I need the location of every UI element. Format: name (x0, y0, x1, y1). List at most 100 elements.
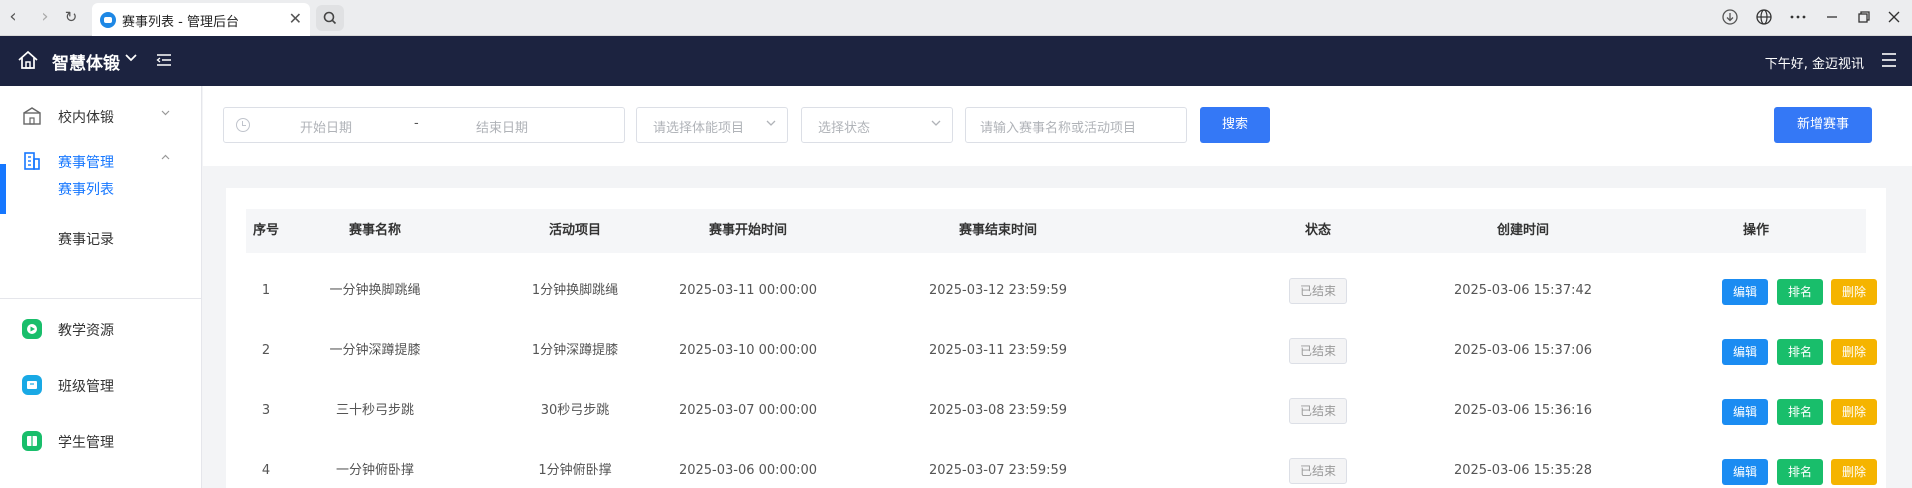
vertical-menu-icon[interactable] (1880, 50, 1898, 70)
created-time: 2025-03-06 15:35:28 (1453, 463, 1593, 478)
start-time: 2025-03-07 00:00:00 (678, 403, 818, 418)
menu-toggle-icon[interactable] (156, 52, 172, 68)
status-select-placeholder: 选择状态 (818, 121, 871, 136)
user-greeting[interactable]: 下午好, 金迈视讯 (1765, 53, 1864, 72)
forward-icon[interactable]: › (34, 6, 56, 28)
sidebar-item-campus-exercise[interactable]: 校内体锻 (0, 96, 201, 136)
table-header: 序号 赛事名称 活动项目 赛事开始时间 赛事结束时间 状态 创建时间 操作 (246, 209, 1866, 253)
class-icon (22, 375, 42, 395)
close-window-icon[interactable] (1882, 6, 1906, 28)
project-select-placeholder: 请选择体能项目 (653, 121, 745, 136)
activity-project: 30秒弓步跳 (540, 403, 610, 418)
browser-toolbar: ‹ › ↻ 赛事列表 - 管理后台 ✕ (0, 0, 1912, 36)
chevron-down-icon (930, 117, 942, 132)
sidebar-item-teaching-resources[interactable]: 教学资源 (0, 309, 201, 349)
start-date-input[interactable]: 开始日期 (300, 117, 352, 136)
sidebar-item-label: 校内体锻 (58, 110, 114, 126)
event-name: 三十秒弓步跳 (335, 403, 414, 418)
event-name: 一分钟深蹲提膝 (329, 343, 421, 358)
project-select[interactable]: 请选择体能项目 (636, 107, 788, 143)
browser-tab[interactable]: 赛事列表 - 管理后台 ✕ (92, 3, 310, 36)
sidebar-item-label: 赛事记录 (58, 232, 114, 248)
search-button[interactable]: 搜索 (1200, 107, 1270, 143)
status-badge: 已结束 (1289, 278, 1347, 304)
edit-button[interactable]: 编辑 (1722, 459, 1768, 485)
column-header: 赛事结束时间 (958, 223, 1037, 238)
filter-bar: 开始日期 - 结束日期 请选择体能项目 选择状态 请输入赛事名称或活动项目 搜索… (203, 86, 1912, 166)
globe-icon[interactable] (1752, 6, 1776, 28)
student-icon (22, 431, 42, 451)
rank-button[interactable]: 排名 (1777, 339, 1823, 365)
delete-button[interactable]: 删除 (1831, 399, 1877, 425)
sidebar-item-class-management[interactable]: 班级管理 (0, 365, 201, 405)
row-index: 3 (261, 403, 271, 418)
more-options-icon[interactable] (1786, 6, 1810, 28)
reload-icon[interactable]: ↻ (60, 6, 82, 28)
sidebar-item-label: 学生管理 (58, 435, 114, 451)
download-icon[interactable] (1718, 6, 1742, 28)
rank-button[interactable]: 排名 (1777, 459, 1823, 485)
video-icon (22, 319, 42, 339)
start-time: 2025-03-10 00:00:00 (678, 343, 818, 358)
tab-search-button[interactable] (316, 5, 344, 31)
sidebar-item-label: 赛事列表 (58, 182, 114, 198)
sidebar-item-label: 教学资源 (58, 323, 114, 339)
app-brand[interactable]: 智慧体锻 (52, 49, 120, 74)
edit-button[interactable]: 编辑 (1722, 279, 1768, 305)
status-select[interactable]: 选择状态 (801, 107, 953, 143)
end-time: 2025-03-08 23:59:59 (928, 403, 1068, 418)
created-time: 2025-03-06 15:37:06 (1453, 343, 1593, 358)
activity-project: 1分钟换脚跳绳 (531, 283, 619, 298)
add-event-button[interactable]: 新增赛事 (1774, 107, 1872, 143)
row-index: 4 (261, 463, 271, 478)
sidebar-item-event-list[interactable]: 赛事列表 (0, 164, 201, 214)
column-header: 创建时间 (1496, 223, 1549, 238)
start-time: 2025-03-06 00:00:00 (678, 463, 818, 478)
minimize-icon[interactable] (1820, 6, 1844, 28)
column-header: 赛事名称 (348, 223, 401, 238)
created-time: 2025-03-06 15:36:16 (1453, 403, 1593, 418)
delete-button[interactable]: 删除 (1831, 339, 1877, 365)
date-range-picker[interactable]: 开始日期 - 结束日期 (223, 107, 625, 143)
sidebar-divider (0, 298, 201, 299)
close-tab-icon[interactable]: ✕ (289, 9, 302, 28)
event-table-card: 序号 赛事名称 活动项目 赛事开始时间 赛事结束时间 状态 创建时间 操作 1 … (226, 188, 1886, 488)
rank-button[interactable]: 排名 (1777, 399, 1823, 425)
sidebar-item-event-records[interactable]: 赛事记录 (0, 215, 201, 255)
edit-button[interactable]: 编辑 (1722, 399, 1768, 425)
delete-button[interactable]: 删除 (1831, 459, 1877, 485)
chevron-down-icon (160, 107, 171, 121)
row-index: 1 (261, 283, 271, 298)
table-row: 3 三十秒弓步跳 30秒弓步跳 2025-03-07 00:00:00 2025… (246, 381, 1877, 441)
sidebar-item-label: 班级管理 (58, 379, 114, 395)
status-badge: 已结束 (1289, 338, 1347, 364)
home-icon[interactable] (16, 48, 40, 72)
status-badge: 已结束 (1289, 398, 1347, 424)
table-row: 1 一分钟换脚跳绳 1分钟换脚跳绳 2025-03-11 00:00:00 20… (246, 261, 1877, 321)
created-time: 2025-03-06 15:37:42 (1453, 283, 1593, 298)
table-row: 2 一分钟深蹲提膝 1分钟深蹲提膝 2025-03-10 00:00:00 20… (246, 321, 1877, 381)
sidebar-item-student-management[interactable]: 学生管理 (0, 421, 201, 461)
row-index: 2 (261, 343, 271, 358)
restore-icon[interactable] (1852, 6, 1876, 28)
start-time: 2025-03-11 00:00:00 (678, 283, 818, 298)
column-header: 状态 (1304, 223, 1331, 238)
chevron-down-icon[interactable] (124, 50, 138, 68)
status-badge: 已结束 (1289, 458, 1347, 484)
end-date-input[interactable]: 结束日期 (476, 117, 528, 136)
back-icon[interactable]: ‹ (2, 6, 24, 28)
keyword-search-input[interactable]: 请输入赛事名称或活动项目 (965, 107, 1187, 143)
delete-button[interactable]: 删除 (1831, 279, 1877, 305)
clock-icon (236, 118, 250, 132)
column-header: 赛事开始时间 (708, 223, 787, 238)
table-row: 4 一分钟俯卧撑 1分钟俯卧撑 2025-03-06 00:00:00 2025… (246, 441, 1877, 488)
rank-button[interactable]: 排名 (1777, 279, 1823, 305)
event-name: 一分钟换脚跳绳 (329, 283, 421, 298)
end-time: 2025-03-11 23:59:59 (928, 343, 1068, 358)
event-name: 一分钟俯卧撑 (335, 463, 414, 478)
end-time: 2025-03-12 23:59:59 (928, 283, 1068, 298)
column-header: 活动项目 (548, 223, 601, 238)
keyword-input-placeholder: 请输入赛事名称或活动项目 (980, 121, 1137, 136)
edit-button[interactable]: 编辑 (1722, 339, 1768, 365)
site-favicon-icon (100, 12, 116, 28)
